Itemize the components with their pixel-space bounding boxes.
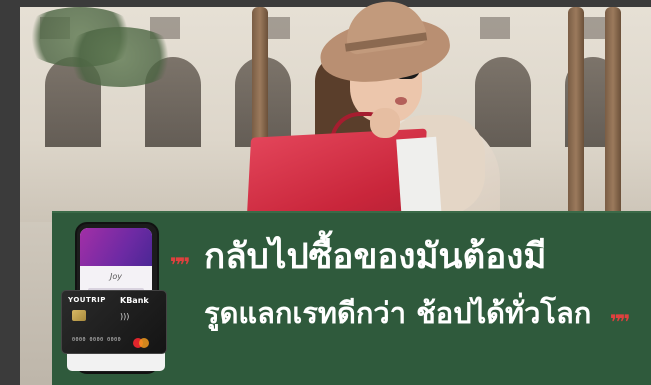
phone-amount: Joy <box>110 272 122 281</box>
contactless-icon: ))) <box>120 312 130 321</box>
woman-hand <box>370 108 400 138</box>
quote-open-icon: ❞❞ <box>170 253 191 277</box>
card-chip <box>72 310 86 321</box>
palm-frond <box>60 27 180 87</box>
building-window <box>480 17 510 39</box>
quote-close-icon: ❞❞ <box>610 310 631 334</box>
headline-line-1: กลับไปซื้อของมันต้องมี <box>204 237 547 277</box>
woman-lips <box>395 97 407 105</box>
card-brand: YOUTRIP <box>68 296 106 304</box>
headline-line-2: รูดแลกเรทดีกว่า ช้อปได้ทั่วโลก <box>204 296 592 330</box>
phone-app-header <box>80 228 152 266</box>
building-arch <box>475 57 531 147</box>
card-bank: KBank <box>120 296 149 305</box>
mastercard-logo <box>139 338 149 348</box>
card-number: 0000 0000 0000 <box>72 337 122 343</box>
palm-trunk <box>568 7 584 237</box>
palm-trunk <box>605 7 621 237</box>
